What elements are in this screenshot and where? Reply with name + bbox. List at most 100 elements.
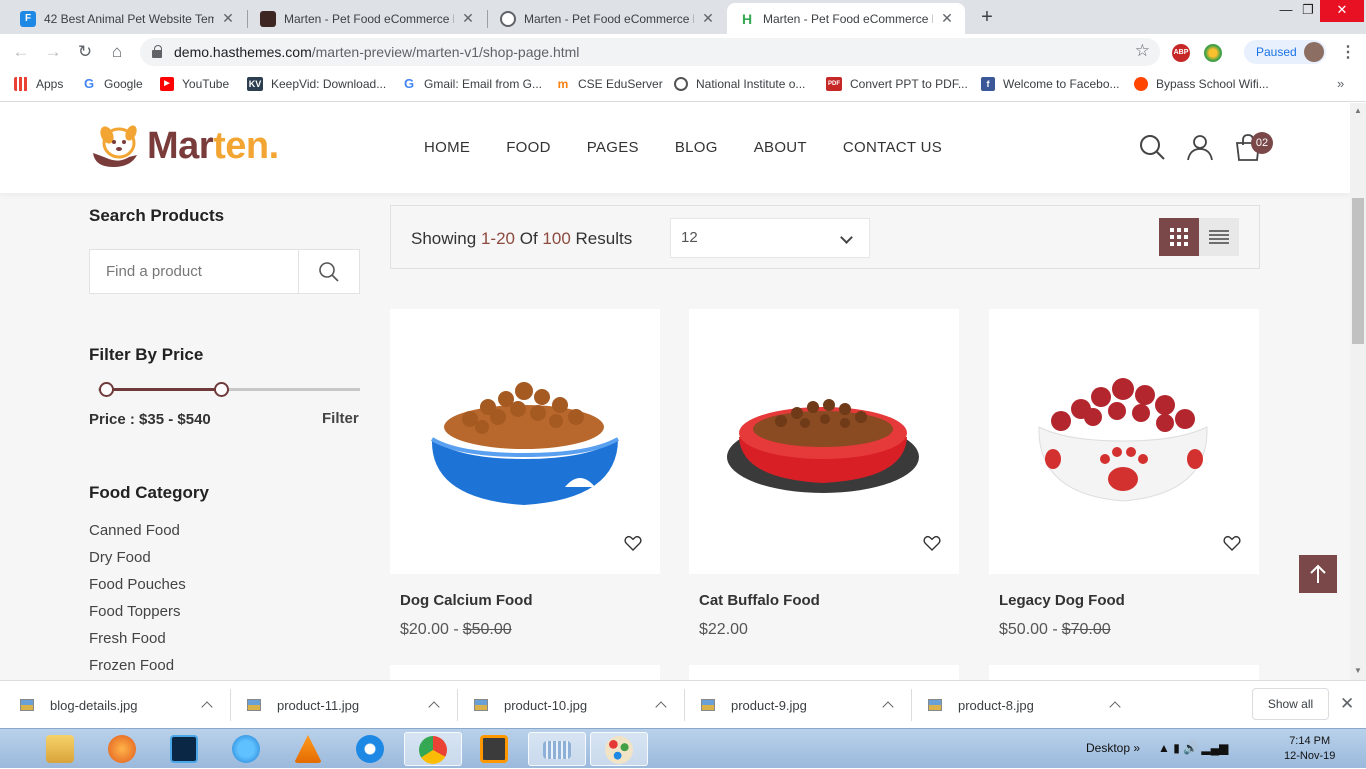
- desktop-toolbar[interactable]: Desktop »: [1086, 741, 1140, 755]
- category-link[interactable]: Canned Food: [89, 522, 186, 549]
- nav-food[interactable]: FOOD: [506, 139, 551, 156]
- search-submit-button[interactable]: [298, 250, 359, 293]
- download-item[interactable]: product-8.jpg: [928, 681, 1138, 729]
- product-card[interactable]: Dog Calcium Food $20.00 - $50.00: [390, 309, 660, 639]
- dog-food-paw-bowl-image: [1038, 378, 1208, 502]
- category-link[interactable]: Food Pouches: [89, 576, 186, 603]
- product-name[interactable]: Dog Calcium Food: [390, 592, 660, 609]
- browser-tab-4-active[interactable]: H Marten - Pet Food eCommerce B ✕: [727, 3, 965, 34]
- reload-icon[interactable]: ↻: [74, 41, 96, 63]
- chrome-icon: [419, 736, 447, 764]
- bookmark-facebook[interactable]: f Welcome to Facebo...: [981, 77, 1120, 91]
- close-tab-icon[interactable]: ✕: [460, 10, 476, 27]
- site-logo[interactable]: Marten.: [89, 123, 279, 169]
- price-max-handle[interactable]: [214, 382, 230, 397]
- chevron-up-icon[interactable]: [428, 701, 440, 713]
- close-window-button[interactable]: ✕: [1320, 0, 1364, 22]
- close-downloads-icon[interactable]: ✕: [1340, 694, 1354, 714]
- product-card[interactable]: Legacy Dog Food $50.00 - $70.00: [989, 309, 1259, 639]
- close-tab-icon[interactable]: ✕: [700, 10, 716, 27]
- tray-icons[interactable]: ▲ ▮ 🔊 ▂▄▆: [1158, 741, 1228, 755]
- chevron-up-icon[interactable]: [1109, 701, 1121, 713]
- taskbar-photoshop[interactable]: [156, 732, 214, 766]
- nav-about[interactable]: ABOUT: [754, 139, 807, 156]
- taskbar-vlc[interactable]: [280, 732, 338, 766]
- taskbar-explorer[interactable]: [32, 732, 90, 766]
- download-item[interactable]: product-10.jpg: [474, 681, 684, 729]
- download-item[interactable]: product-9.jpg: [701, 681, 911, 729]
- chevron-up-icon[interactable]: [201, 701, 213, 713]
- wishlist-heart-icon[interactable]: [624, 534, 642, 552]
- per-page-select[interactable]: 12: [670, 218, 870, 258]
- category-link[interactable]: Frozen Food: [89, 657, 186, 680]
- bookmark-gmail[interactable]: G Gmail: Email from G...: [402, 77, 543, 92]
- taskbar-chrome[interactable]: [404, 732, 462, 766]
- chevron-up-icon[interactable]: [655, 701, 667, 713]
- chevron-up-icon[interactable]: [882, 701, 894, 713]
- category-link[interactable]: Food Toppers: [89, 603, 186, 630]
- scroll-up-icon[interactable]: ▲: [1354, 106, 1362, 115]
- taskbar-internet-explorer[interactable]: [218, 732, 276, 766]
- search-icon[interactable]: [1138, 133, 1166, 161]
- bookmark-youtube[interactable]: ▶ YouTube: [160, 77, 229, 91]
- wishlist-heart-icon[interactable]: [1223, 534, 1241, 552]
- category-link[interactable]: Dry Food: [89, 549, 186, 576]
- user-account-icon[interactable]: [1186, 133, 1214, 161]
- bookmark-convert-ppt[interactable]: PDF Convert PPT to PDF...: [826, 77, 968, 91]
- browser-tab-3[interactable]: Marten - Pet Food eCommerce B ✕: [488, 3, 726, 34]
- grid-view-button[interactable]: [1159, 218, 1199, 256]
- wishlist-heart-icon[interactable]: [923, 534, 941, 552]
- close-tab-icon[interactable]: ✕: [939, 10, 955, 27]
- bookmark-keepvid[interactable]: KV KeepVid: Download...: [247, 77, 386, 91]
- taskbar-wifi-app[interactable]: [342, 732, 400, 766]
- page-scrollbar[interactable]: ▲ ▼: [1350, 103, 1366, 680]
- product-card[interactable]: Cat Buffalo Food $22.00: [689, 309, 959, 639]
- bookmark-cse-eduserver[interactable]: m CSE EduServer: [556, 77, 663, 91]
- adblock-icon[interactable]: ABP: [1172, 44, 1190, 62]
- browser-tab-1[interactable]: F 42 Best Animal Pet Website Temp ✕: [8, 3, 246, 34]
- system-clock[interactable]: 7:14 PM 12-Nov-19: [1284, 734, 1335, 764]
- bookmark-national-institute[interactable]: National Institute o...: [674, 77, 805, 91]
- download-item[interactable]: product-11.jpg: [247, 681, 457, 729]
- scroll-down-icon[interactable]: ▼: [1354, 666, 1362, 675]
- bookmark-star-icon[interactable]: ☆: [1135, 41, 1150, 61]
- filter-button[interactable]: Filter: [322, 410, 359, 427]
- bookmark-google[interactable]: G Google: [82, 77, 143, 92]
- bookmark-apps[interactable]: Apps: [14, 77, 63, 91]
- nav-pages[interactable]: PAGES: [587, 139, 639, 156]
- address-bar[interactable]: demo.hasthemes.com/marten-preview/marten…: [140, 38, 1160, 66]
- profile-paused-button[interactable]: Paused: [1244, 40, 1326, 64]
- scrollbar-thumb[interactable]: [1352, 198, 1364, 344]
- bookmarks-overflow-icon[interactable]: »: [1337, 76, 1344, 91]
- close-tab-icon[interactable]: ✕: [220, 10, 236, 27]
- forward-arrow-icon[interactable]: →: [42, 41, 64, 63]
- product-image[interactable]: [989, 309, 1259, 574]
- back-arrow-icon[interactable]: ←: [10, 41, 32, 63]
- taskbar-onscreen-keyboard[interactable]: [528, 732, 586, 766]
- bookmark-bypass-school-wifi[interactable]: Bypass School Wifi...: [1134, 77, 1269, 91]
- category-link[interactable]: Fresh Food: [89, 630, 186, 657]
- scroll-to-top-button[interactable]: [1299, 555, 1337, 593]
- show-all-downloads-button[interactable]: Show all: [1252, 688, 1329, 720]
- taskbar-paint[interactable]: [590, 732, 648, 766]
- list-view-button[interactable]: [1199, 218, 1239, 256]
- moodle-icon: m: [557, 77, 569, 91]
- taskbar-sublime[interactable]: [466, 732, 524, 766]
- price-min-handle[interactable]: [99, 382, 114, 397]
- new-tab-button[interactable]: +: [976, 6, 998, 28]
- browser-tab-2[interactable]: Marten - Pet Food eCommerce B ✕: [248, 3, 486, 34]
- extension-icon[interactable]: [1204, 44, 1222, 62]
- product-image[interactable]: [390, 309, 660, 574]
- product-name[interactable]: Legacy Dog Food: [989, 592, 1259, 609]
- browser-menu-icon[interactable]: ⋮: [1340, 42, 1356, 62]
- product-image[interactable]: [689, 309, 959, 574]
- nav-blog[interactable]: BLOG: [675, 139, 718, 156]
- download-item[interactable]: blog-details.jpg: [20, 681, 230, 729]
- nav-contact-us[interactable]: CONTACT US: [843, 139, 942, 156]
- home-icon[interactable]: ⌂: [106, 41, 128, 63]
- bookmark-label: Gmail: Email from G...: [424, 77, 543, 91]
- search-input[interactable]: [90, 250, 300, 293]
- product-name[interactable]: Cat Buffalo Food: [689, 592, 959, 609]
- taskbar-firefox[interactable]: [94, 732, 152, 766]
- nav-home[interactable]: HOME: [424, 139, 470, 156]
